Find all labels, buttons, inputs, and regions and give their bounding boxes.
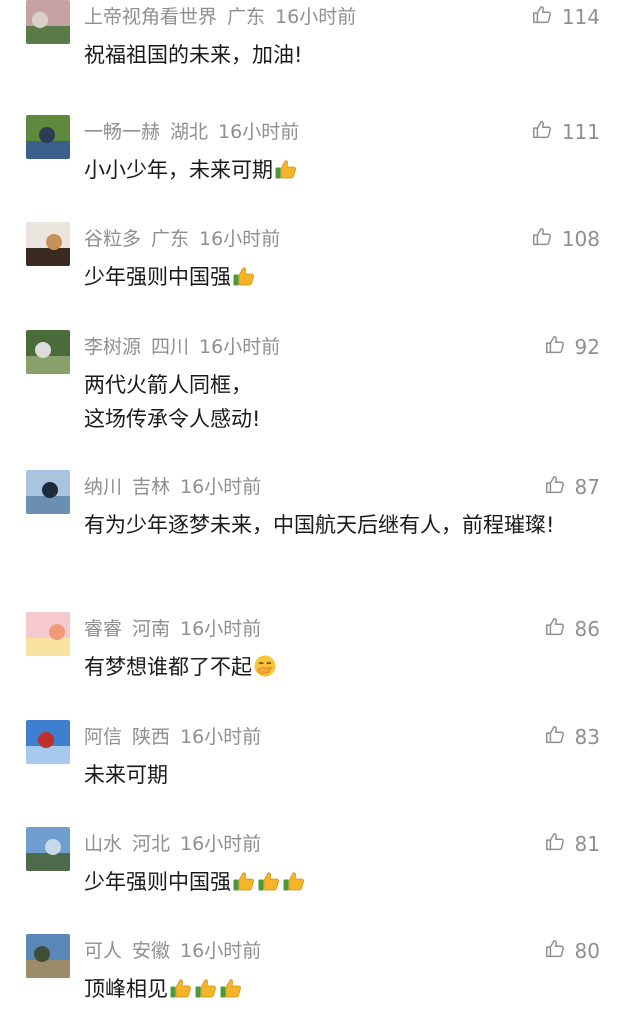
timestamp: 16小时前: [180, 726, 262, 748]
like-count: 92: [574, 335, 600, 359]
like-button[interactable]: 83: [544, 724, 600, 750]
like-count: 114: [561, 5, 600, 29]
username[interactable]: 阿信: [84, 726, 122, 748]
avatar[interactable]: [26, 330, 70, 374]
location: 河北: [132, 833, 171, 855]
comment-body: 有为少年逐梦未来，中国航天后继有人，前程璀璨!: [84, 513, 555, 537]
like-button[interactable]: 108: [531, 226, 600, 252]
username[interactable]: 李树源: [84, 336, 141, 358]
thumbs-up-emoji-icon: [231, 265, 256, 289]
timestamp: 16小时前: [180, 476, 262, 498]
thumbs-up-emoji-icon: [281, 870, 306, 894]
like-button[interactable]: 81: [544, 831, 600, 857]
comment-meta: 上帝视角看世界 广东 16小时前: [84, 4, 356, 30]
like-count: 86: [574, 617, 600, 641]
location: 广东: [227, 6, 266, 28]
comment-meta: 李树源 四川 16小时前: [84, 334, 280, 360]
location: 吉林: [132, 476, 171, 498]
like-button[interactable]: 87: [544, 474, 600, 500]
like-count: 111: [561, 120, 600, 144]
comment-text: 少年强则中国强: [84, 865, 584, 899]
thumbs-up-emoji-icon: [218, 977, 243, 1001]
comment-body: 祝福祖国的未来，加油!: [84, 43, 303, 67]
timestamp: 16小时前: [180, 833, 262, 855]
like-count: 108: [561, 227, 600, 251]
comment-body: 未来可期: [84, 763, 168, 787]
username[interactable]: 睿睿: [84, 618, 122, 640]
timestamp: 16小时前: [180, 618, 262, 640]
username[interactable]: 可人: [84, 940, 122, 962]
timestamp: 16小时前: [199, 228, 281, 250]
comment-meta: 睿睿 河南 16小时前: [84, 616, 261, 642]
like-count: 81: [574, 832, 600, 856]
comment-body: 顶峰相见: [84, 977, 168, 1001]
comment-meta: 阿信 陕西 16小时前: [84, 724, 261, 750]
location: 广东: [151, 228, 190, 250]
timestamp: 16小时前: [180, 940, 262, 962]
thumbs-up-emoji-icon: [193, 977, 218, 1001]
comment-text: 顶峰相见: [84, 972, 584, 1006]
comment-text: 少年强则中国强: [84, 260, 584, 294]
comment-meta: 谷粒多 广东 16小时前: [84, 226, 280, 252]
thumbs-up-outline-icon[interactable]: [531, 119, 562, 146]
comment-text: 祝福祖国的未来，加油!: [84, 38, 584, 72]
location: 安徽: [132, 940, 171, 962]
username[interactable]: 纳川: [84, 476, 122, 498]
like-button[interactable]: 86: [544, 616, 600, 642]
thumbs-up-outline-icon[interactable]: [544, 334, 575, 361]
comment-text: 小小少年，未来可期: [84, 153, 584, 187]
thumbs-up-emoji-icon: [231, 870, 256, 894]
like-count: 83: [574, 725, 600, 749]
timestamp: 16小时前: [275, 6, 357, 28]
timestamp: 16小时前: [218, 121, 300, 143]
location: 河南: [132, 618, 171, 640]
comment-meta: 纳川 吉林 16小时前: [84, 474, 261, 500]
thumbs-up-outline-icon[interactable]: [531, 226, 562, 253]
like-button[interactable]: 114: [531, 4, 600, 30]
thumbs-up-outline-icon[interactable]: [544, 724, 575, 751]
username[interactable]: 谷粒多: [84, 228, 141, 250]
comment-text: 两代火箭人同框， 这场传承令人感动!: [84, 368, 584, 436]
location: 陕西: [132, 726, 171, 748]
username[interactable]: 山水: [84, 833, 122, 855]
comment-body: 两代火箭人同框， 这场传承令人感动!: [84, 373, 261, 431]
avatar[interactable]: [26, 720, 70, 764]
timestamp: 16小时前: [199, 336, 281, 358]
like-button[interactable]: 92: [544, 334, 600, 360]
like-button[interactable]: 111: [531, 119, 600, 145]
hand-over-mouth-emoji-icon: [252, 655, 277, 679]
thumbs-up-outline-icon[interactable]: [544, 616, 575, 643]
comment-meta: 可人 安徽 16小时前: [84, 938, 261, 964]
avatar[interactable]: [26, 115, 70, 159]
comment-text: 未来可期: [84, 758, 584, 792]
comment-body: 少年强则中国强: [84, 870, 231, 894]
comment-body: 小小少年，未来可期: [84, 158, 273, 182]
comment-text: 有为少年逐梦未来，中国航天后继有人，前程璀璨!: [84, 508, 584, 542]
like-count: 80: [574, 939, 600, 963]
username[interactable]: 上帝视角看世界: [84, 6, 217, 28]
username[interactable]: 一畅一赫: [84, 121, 160, 143]
thumbs-up-outline-icon[interactable]: [531, 4, 562, 31]
avatar[interactable]: [26, 612, 70, 656]
avatar[interactable]: [26, 222, 70, 266]
comment-body: 有梦想谁都了不起: [84, 655, 252, 679]
thumbs-up-emoji-icon: [256, 870, 281, 894]
comment-body: 少年强则中国强: [84, 265, 231, 289]
comment-text: 有梦想谁都了不起: [84, 650, 584, 684]
like-count: 87: [574, 475, 600, 499]
comment-meta: 山水 河北 16小时前: [84, 831, 261, 857]
thumbs-up-emoji-icon: [168, 977, 193, 1001]
thumbs-up-outline-icon[interactable]: [544, 474, 575, 501]
location: 四川: [151, 336, 190, 358]
thumbs-up-outline-icon[interactable]: [544, 831, 575, 858]
avatar[interactable]: [26, 827, 70, 871]
like-button[interactable]: 80: [544, 938, 600, 964]
avatar[interactable]: [26, 934, 70, 978]
avatar[interactable]: [26, 0, 70, 44]
avatar[interactable]: [26, 470, 70, 514]
comment-meta: 一畅一赫 湖北 16小时前: [84, 119, 299, 145]
thumbs-up-emoji-icon: [273, 158, 298, 182]
thumbs-up-outline-icon[interactable]: [544, 938, 575, 965]
location: 湖北: [170, 121, 209, 143]
